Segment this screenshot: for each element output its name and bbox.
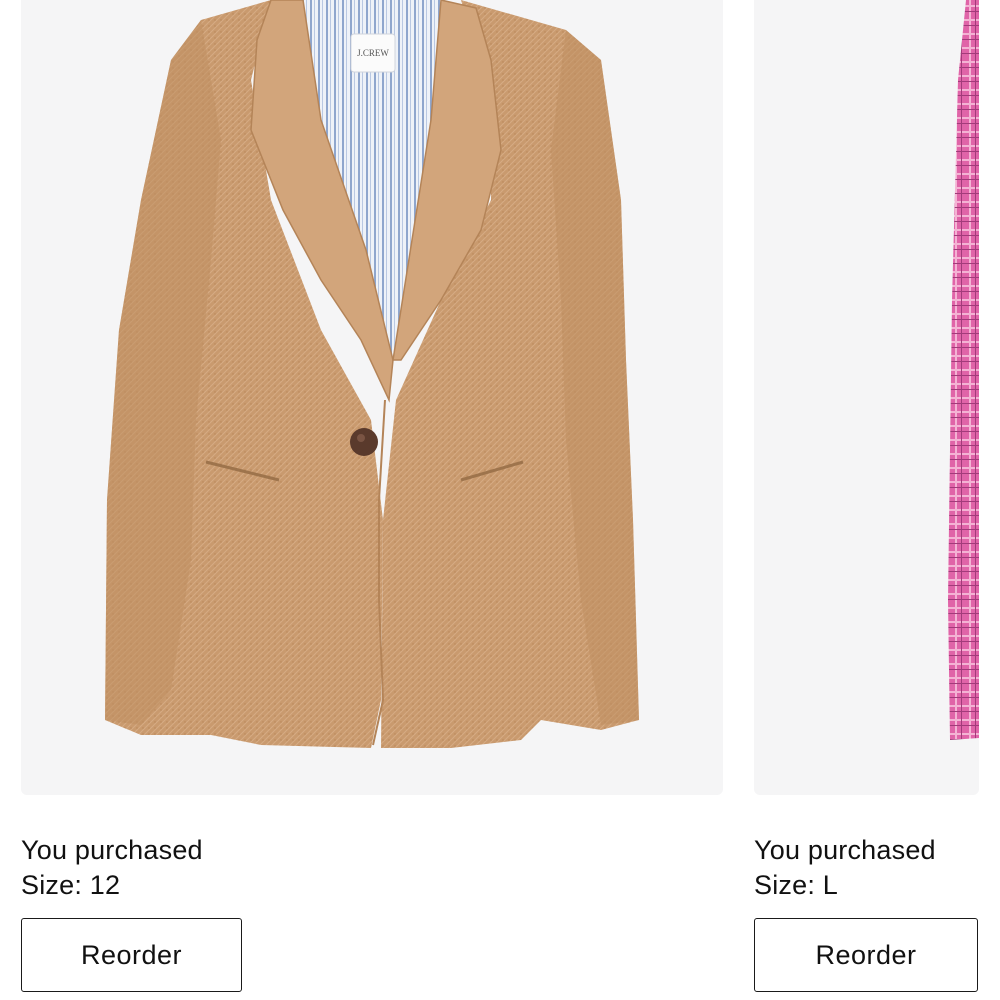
reorder-button[interactable]: Reorder (754, 918, 978, 992)
product-image[interactable]: J.CREW (21, 0, 723, 795)
purchased-label: You purchased (21, 835, 203, 865)
size-text: Size: 12 (21, 870, 121, 900)
product-card: You purchased Size: L Reorder (754, 0, 979, 992)
purchased-products-carousel: J.CREW You purchased Size: 12 Reorder Yo… (0, 0, 1000, 1000)
size-text: Size: L (754, 870, 838, 900)
purchase-info: You purchased Size: 12 (21, 833, 203, 903)
plaid-shirt-image (948, 0, 979, 740)
blazer-image: J.CREW (105, 0, 639, 748)
product-card: J.CREW You purchased Size: 12 Reorder (21, 0, 723, 992)
purchased-label: You purchased (754, 835, 936, 865)
brand-label: J.CREW (357, 48, 389, 58)
product-image[interactable] (754, 0, 979, 795)
reorder-button[interactable]: Reorder (21, 918, 242, 992)
purchase-info: You purchased Size: L (754, 833, 936, 903)
